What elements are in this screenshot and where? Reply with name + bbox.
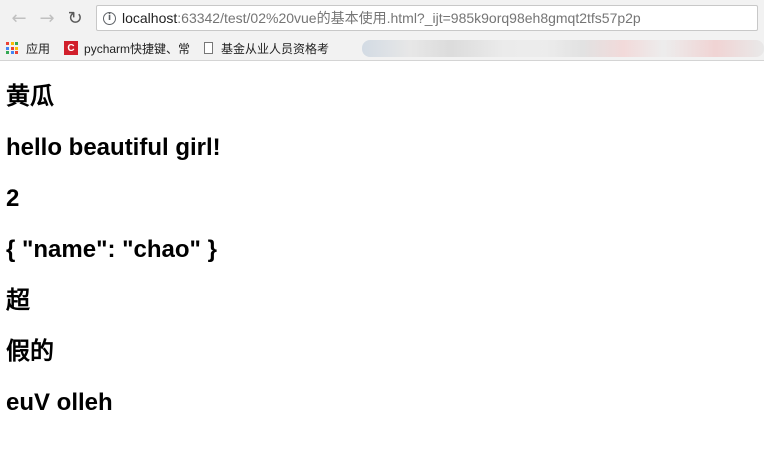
url-host: localhost: [122, 10, 178, 26]
back-icon[interactable]: ←: [6, 5, 32, 31]
vue-output-object: { "name": "chao" }: [6, 236, 217, 263]
vue-output-number: 2: [6, 185, 20, 212]
page-icon: [204, 42, 214, 54]
bookmarks-bar: 应用 C pycharm快捷键、常 基金从业人员资格考: [0, 36, 764, 60]
pycharm-favicon-icon: C: [64, 41, 79, 55]
page-content: 黄瓜 hello beautiful girl! 2 { "name": "ch…: [0, 61, 764, 428]
bookmark-apps-label: 应用: [26, 41, 51, 56]
bookmark-pycharm-label: pycharm快捷键、常: [84, 41, 191, 56]
browser-toolbar: ← → ↻ i localhost:63342/test/02%20vue的基本…: [0, 0, 764, 36]
reload-icon[interactable]: ↻: [62, 5, 88, 31]
vue-output-greeting: hello beautiful girl!: [6, 134, 221, 161]
bookmark-fund[interactable]: 基金从业人员资格考: [204, 40, 329, 57]
vue-output-reversed: euV olleh: [6, 389, 113, 416]
bookmark-apps[interactable]: 应用: [6, 40, 50, 57]
blurred-bookmarks: [362, 40, 764, 57]
vue-output-text: 黄瓜: [6, 83, 54, 110]
url-path: :63342/test/02%20vue的基本使用.html?_ijt=985k…: [177, 10, 641, 26]
bookmark-fund-label: 基金从业人员资格考: [221, 41, 330, 56]
browser-chrome: ← → ↻ i localhost:63342/test/02%20vue的基本…: [0, 0, 764, 61]
apps-grid-icon: [6, 42, 18, 54]
info-icon[interactable]: i: [103, 11, 116, 25]
vue-output-name: 超: [6, 287, 30, 314]
forward-icon[interactable]: →: [34, 5, 60, 31]
vue-output-ternary: 假的: [6, 338, 54, 365]
bookmark-pycharm[interactable]: C pycharm快捷键、常: [64, 40, 190, 57]
address-bar[interactable]: i localhost:63342/test/02%20vue的基本使用.htm…: [96, 5, 758, 31]
